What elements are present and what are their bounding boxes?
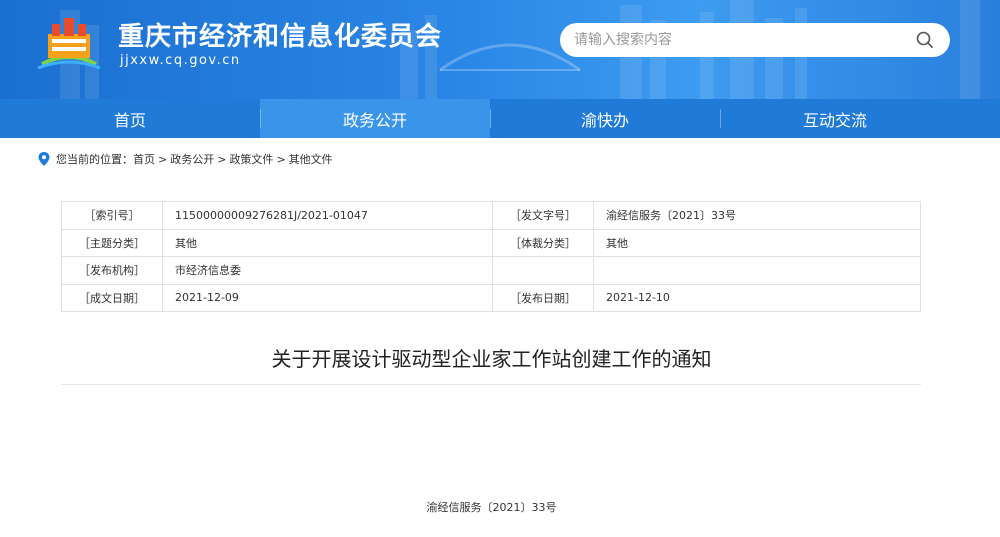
government-building-logo[interactable] bbox=[34, 12, 104, 72]
nav-item-interaction[interactable]: 互动交流 bbox=[720, 99, 950, 138]
breadcrumb: 您当前的位置： 首页 > 政务公开 > 政策文件 > 其他文件 bbox=[38, 151, 333, 167]
info-value: 渝经信服务〔2021〕33号 bbox=[593, 201, 921, 230]
table-row: ［成文日期］ 2021-12-09 ［发布日期］ 2021-12-10 bbox=[61, 283, 921, 312]
search-box bbox=[560, 23, 950, 57]
info-label: ［发布日期］ bbox=[492, 283, 594, 312]
main-nav: 首页 政务公开 渝快办 互动交流 bbox=[0, 99, 1000, 138]
info-label: ［发布机构］ bbox=[61, 256, 163, 285]
table-row: ［主题分类］ 其他 ［体裁分类］ 其他 bbox=[61, 228, 921, 257]
info-value: 11500000009276281J/2021-01047 bbox=[162, 201, 493, 230]
table-row: ［发布机构］ 市经济信息委 bbox=[61, 256, 921, 285]
nav-item-yukuaiban[interactable]: 渝快办 bbox=[490, 99, 720, 138]
info-value: 2021-12-09 bbox=[162, 283, 493, 312]
nav-item-government-affairs[interactable]: 政务公开 bbox=[260, 99, 490, 138]
breadcrumb-item-other-docs[interactable]: 其他文件 bbox=[289, 151, 333, 167]
search-input[interactable] bbox=[560, 23, 908, 57]
title-divider bbox=[61, 384, 921, 385]
breadcrumb-separator: > bbox=[158, 152, 168, 166]
info-label: ［索引号］ bbox=[61, 201, 163, 230]
document-title: 关于开展设计驱动型企业家工作站创建工作的通知 bbox=[271, 347, 712, 371]
site-header: 重庆市经济和信息化委员会 jjxxw.cq.gov.cn bbox=[0, 0, 1000, 99]
search-icon[interactable] bbox=[908, 23, 942, 57]
breadcrumb-item-policy-docs[interactable]: 政策文件 bbox=[229, 151, 273, 167]
breadcrumb-prefix: 您当前的位置： bbox=[56, 153, 133, 166]
breadcrumb-item-government-affairs[interactable]: 政务公开 bbox=[170, 151, 214, 167]
location-pin-icon bbox=[38, 152, 50, 166]
info-value: 2021-12-10 bbox=[593, 283, 921, 312]
breadcrumb-item-home[interactable]: 首页 bbox=[133, 151, 155, 167]
info-label: ［成文日期］ bbox=[61, 283, 163, 312]
info-value: 其他 bbox=[162, 228, 493, 257]
info-value bbox=[593, 256, 921, 285]
info-label: ［主题分类］ bbox=[61, 228, 163, 257]
site-domain: jjxxw.cq.gov.cn bbox=[120, 53, 241, 68]
breadcrumb-separator: > bbox=[217, 152, 227, 166]
info-label: ［体裁分类］ bbox=[492, 228, 594, 257]
table-row: ［索引号］ 11500000009276281J/2021-01047 ［发文字… bbox=[61, 201, 921, 230]
info-value: 市经济信息委 bbox=[162, 256, 493, 285]
document-info-table: ［索引号］ 11500000009276281J/2021-01047 ［发文字… bbox=[61, 201, 921, 312]
document-number: 渝经信服务〔2021〕33号 bbox=[426, 501, 557, 514]
info-label: ［发文字号］ bbox=[492, 201, 594, 230]
nav-item-home[interactable]: 首页 bbox=[0, 99, 260, 138]
breadcrumb-separator: > bbox=[276, 152, 286, 166]
info-label bbox=[492, 256, 594, 285]
site-title[interactable]: 重庆市经济和信息化委员会 bbox=[118, 16, 442, 53]
info-value: 其他 bbox=[593, 228, 921, 257]
